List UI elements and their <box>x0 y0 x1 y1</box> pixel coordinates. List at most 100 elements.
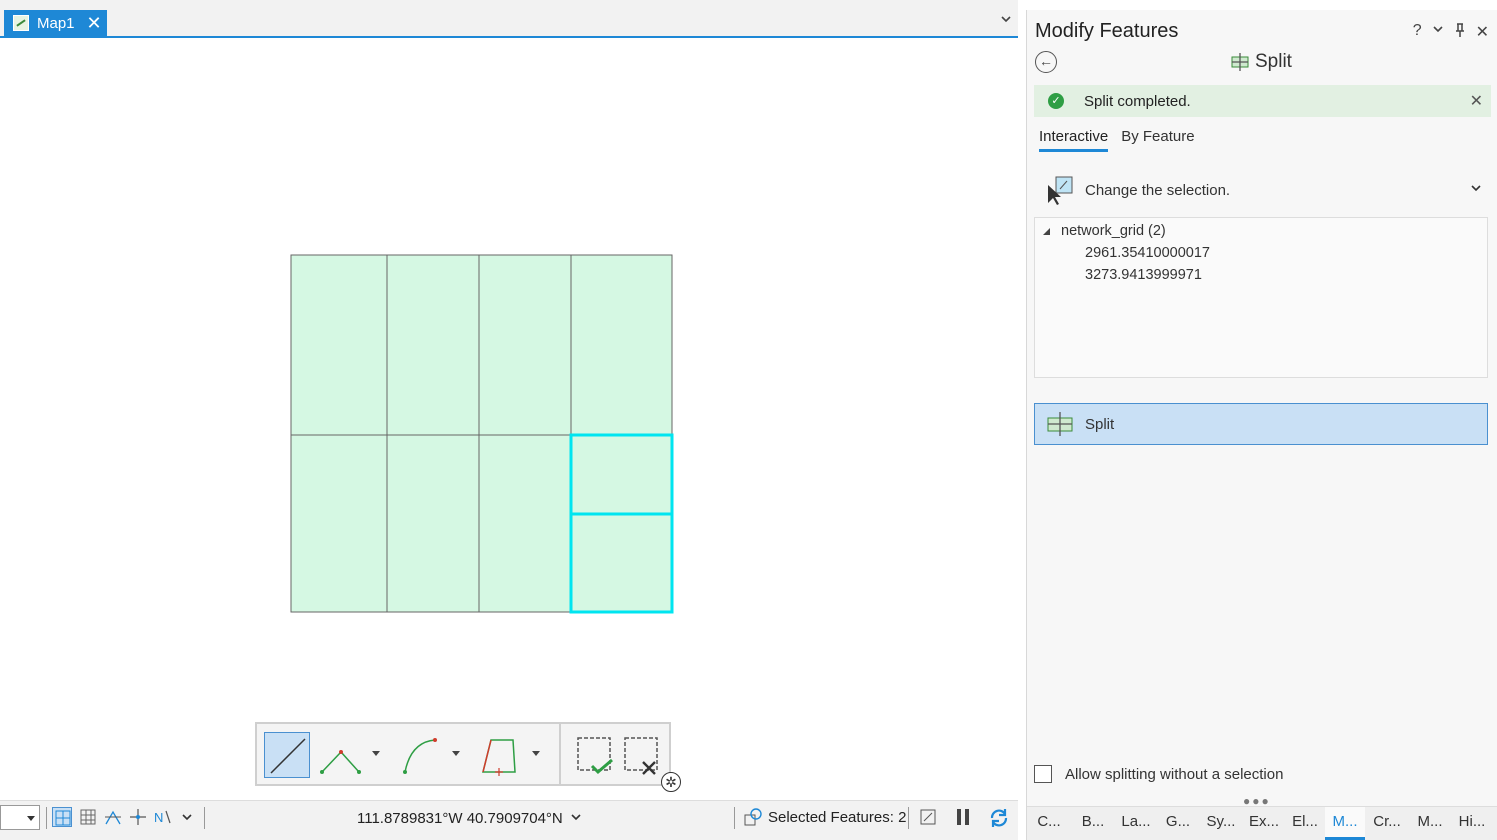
grid-polygon <box>478 434 572 613</box>
cancel-x-icon <box>624 737 658 775</box>
change-selection-label: Change the selection. <box>1085 181 1231 199</box>
selected-features-count: Selected Features: 2 <box>768 809 907 826</box>
change-selection-dropdown[interactable]: Change the selection. <box>1045 175 1491 205</box>
status-divider <box>734 807 735 829</box>
bottom-tab[interactable]: Hi... <box>1451 807 1493 840</box>
polyline-icon <box>320 750 361 774</box>
coordinate-readout: 111.8789831°W 40.7909704°N <box>357 810 563 827</box>
mode-tabs: Interactive By Feature <box>1039 128 1195 152</box>
cancel-button[interactable] <box>619 732 665 778</box>
polygon-tool-button[interactable] <box>477 732 523 778</box>
polyline-dropdown-caret[interactable] <box>372 751 380 756</box>
collapse-triangle-icon[interactable] <box>1043 227 1050 235</box>
chevron-down-icon[interactable] <box>1469 181 1483 198</box>
polygon-dropdown-caret[interactable] <box>532 751 540 756</box>
close-icon[interactable]: ✕ <box>87 14 102 32</box>
allow-splitting-label: Allow splitting without a selection <box>1065 765 1284 783</box>
close-icon[interactable]: ✕ <box>1470 91 1483 111</box>
split-icon <box>1231 52 1249 72</box>
polygon-icon <box>482 739 516 776</box>
status-divider <box>46 807 47 829</box>
split-icon <box>1047 411 1073 437</box>
map-pane: Map1 ✕ ✲ N 111.8789831°W 40.7909704°N Se… <box>0 0 1018 840</box>
editing-toolbar <box>255 722 671 786</box>
toolbar-divider <box>559 724 561 784</box>
finish-button[interactable] <box>572 732 618 778</box>
pane-controls: ? ✕ <box>1413 22 1489 43</box>
status-bar: N 111.8789831°W 40.7909704°N Selected Fe… <box>0 800 1018 840</box>
bottom-tab-active[interactable]: M... <box>1325 807 1365 840</box>
pane-title: Modify Features <box>1035 20 1179 42</box>
grid-icon[interactable] <box>78 807 98 827</box>
arc-tool-button[interactable] <box>397 732 443 778</box>
arc-dropdown-caret[interactable] <box>452 751 460 756</box>
chevron-down-icon[interactable] <box>999 12 1013 26</box>
bottom-tab[interactable]: Ex... <box>1243 807 1285 840</box>
modify-features-pane: Modify Features ? ✕ ← Split ✓ Split comp… <box>1026 10 1497 840</box>
clear-selection-icon[interactable] <box>918 807 938 827</box>
north-arrow-icon[interactable]: N <box>153 807 173 827</box>
grid-polygon <box>290 434 388 613</box>
status-divider <box>204 807 205 829</box>
close-icon[interactable]: ✕ <box>1476 22 1489 43</box>
grid-polygon <box>478 254 572 436</box>
allow-splitting-option: Allow splitting without a selection <box>1034 765 1283 783</box>
selection-list: network_grid (2) 2961.35410000017 3273.9… <box>1034 217 1488 378</box>
status-divider <box>908 807 909 829</box>
grid-polygon <box>570 254 673 436</box>
grid-polygon <box>290 254 388 436</box>
bottom-tab[interactable]: C... <box>1027 807 1071 840</box>
split-tool-button[interactable]: Split <box>1034 403 1488 445</box>
grid-polygon <box>386 254 480 436</box>
chevron-down-icon[interactable] <box>180 810 200 830</box>
pause-icon[interactable] <box>953 807 973 827</box>
bottom-tab[interactable]: G... <box>1157 807 1199 840</box>
selected-polygon <box>569 433 674 516</box>
layer-label: network_grid (2) <box>1061 223 1166 239</box>
list-item[interactable]: 3273.9413999971 <box>1085 267 1202 283</box>
allow-splitting-checkbox[interactable] <box>1034 765 1052 783</box>
selected-features-icon[interactable] <box>743 807 763 827</box>
map-features <box>290 254 674 614</box>
bottom-tab[interactable]: Cr... <box>1365 807 1409 840</box>
scale-dropdown[interactable] <box>0 805 40 830</box>
check-circle-icon: ✓ <box>1048 93 1064 109</box>
grid-polygon <box>386 434 480 613</box>
message-text: Split completed. <box>1084 92 1191 110</box>
line-tool-button[interactable] <box>264 732 310 778</box>
bottom-tab[interactable]: Sy... <box>1199 807 1243 840</box>
list-item[interactable]: 2961.35410000017 <box>1085 245 1210 261</box>
tab-interactive[interactable]: Interactive <box>1039 128 1109 152</box>
bottom-tab[interactable]: B... <box>1071 807 1115 840</box>
coordinate-format-dropdown[interactable] <box>569 810 583 827</box>
pin-icon[interactable] <box>1454 22 1466 43</box>
help-icon[interactable]: ? <box>1413 22 1422 43</box>
pane-bottom-tabs: C... B... La... G... Sy... Ex... El... M… <box>1027 806 1497 840</box>
app-root: Map1 ✕ ✲ N 111.8789831°W 40.7909704°N Se… <box>0 0 1497 840</box>
success-message: ✓ Split completed. ✕ <box>1034 85 1491 117</box>
cursor-select-icon <box>1045 175 1075 205</box>
map-canvas[interactable] <box>0 40 1018 800</box>
bottom-tab[interactable]: El... <box>1285 807 1325 840</box>
tool-header: Split <box>1231 51 1292 73</box>
refresh-icon[interactable] <box>988 807 1008 827</box>
finish-check-icon <box>577 737 613 775</box>
map-icon <box>13 15 29 31</box>
chevron-down-icon[interactable] <box>1432 22 1444 43</box>
split-button-label: Split <box>1085 415 1115 433</box>
tool-title: Split <box>1255 51 1292 72</box>
gear-icon[interactable]: ✲ <box>661 772 681 792</box>
line-icon <box>270 738 306 774</box>
arc-icon <box>403 738 437 774</box>
back-icon[interactable]: ← <box>1035 51 1057 73</box>
map-tab-bar: Map1 ✕ <box>0 0 1018 38</box>
correction-icon[interactable] <box>128 807 148 827</box>
snapping-icon[interactable] <box>52 807 72 827</box>
constraints-icon[interactable] <box>103 807 123 827</box>
polyline-tool-button[interactable] <box>317 732 363 778</box>
bottom-tab[interactable]: La... <box>1115 807 1157 840</box>
tab-by-feature[interactable]: By Feature <box>1121 128 1194 152</box>
bottom-tab[interactable]: M... <box>1409 807 1451 840</box>
tab-map1[interactable]: Map1 ✕ <box>4 10 107 36</box>
layer-node[interactable]: network_grid (2) <box>1043 223 1166 239</box>
